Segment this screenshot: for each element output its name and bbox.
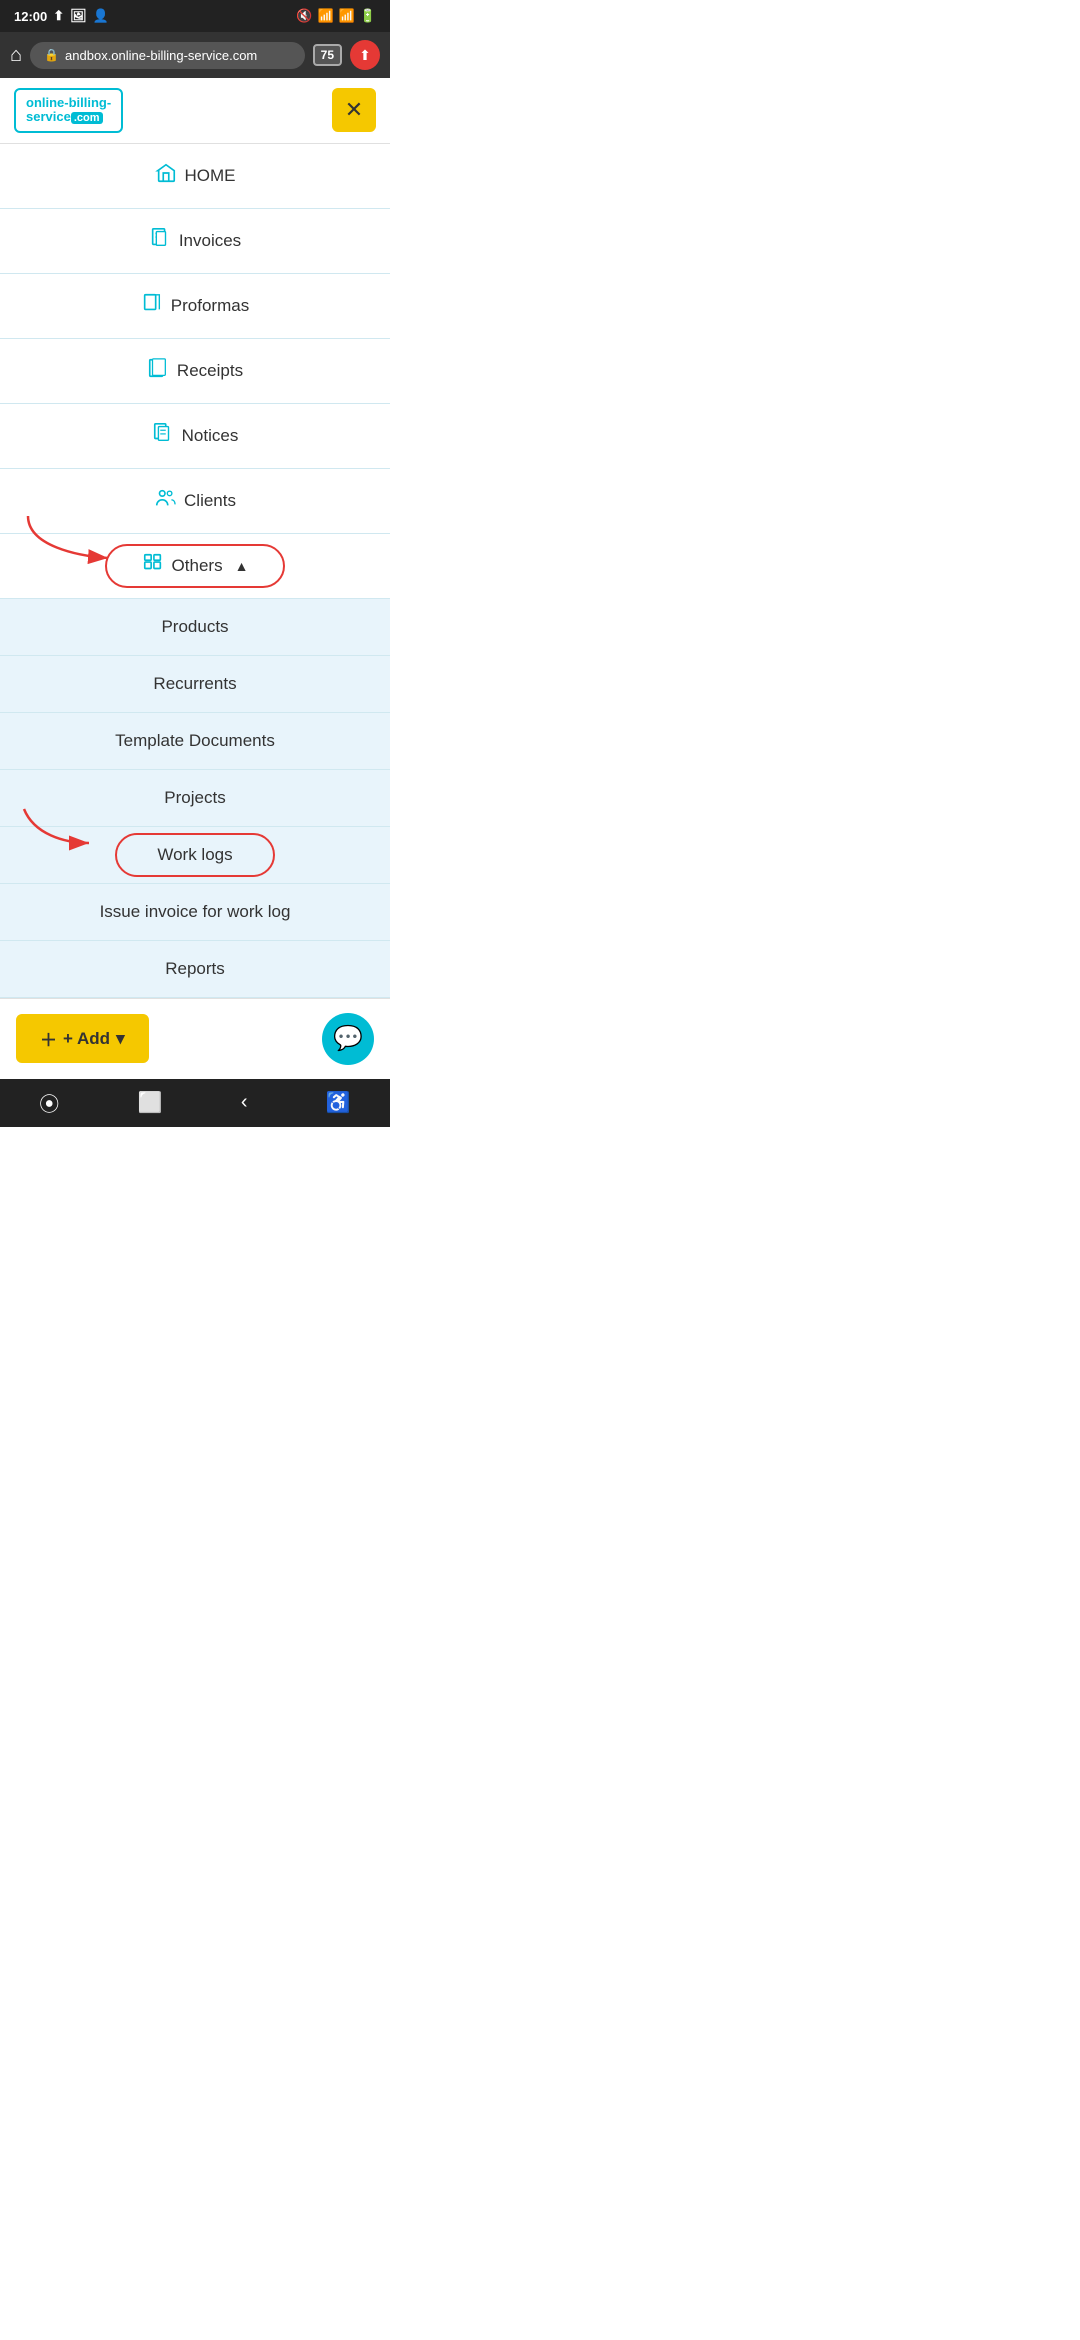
bottom-navigation: ⦿ ⬜ ‹ ♿ bbox=[0, 1079, 390, 1127]
tab-count[interactable]: 75 bbox=[313, 44, 342, 66]
projects-label: Projects bbox=[164, 788, 225, 808]
browser-upload-button[interactable]: ⬆ bbox=[350, 40, 380, 70]
image-icon: 🖼 bbox=[70, 8, 87, 24]
nav-menu: HOME Invoices Proformas Receipts Notices… bbox=[0, 144, 390, 998]
template-documents-label: Template Documents bbox=[115, 731, 275, 751]
reports-label: Reports bbox=[165, 959, 225, 979]
lock-icon: 🔒 bbox=[44, 48, 59, 62]
status-right: 🔇 📶 📶 🔋 bbox=[296, 8, 376, 24]
others-icon bbox=[142, 552, 164, 580]
home-button[interactable]: ⬜ bbox=[138, 1090, 163, 1115]
nav-item-notices[interactable]: Notices bbox=[0, 404, 390, 469]
notices-icon bbox=[152, 422, 174, 450]
products-label: Products bbox=[161, 617, 228, 637]
nav-item-others[interactable]: Others ▲ bbox=[0, 534, 390, 599]
add-label: + Add bbox=[63, 1029, 110, 1049]
time: 12:00 bbox=[14, 9, 47, 24]
recents-button[interactable]: ⦿ bbox=[39, 1088, 59, 1117]
close-menu-button[interactable]: ✕ bbox=[332, 88, 376, 132]
logo-line2: service.com bbox=[26, 110, 111, 124]
nav-others-label: Others bbox=[172, 556, 223, 576]
clients-icon bbox=[154, 487, 176, 515]
browser-bar: ⌂ 🔒 andbox.online-billing-service.com 75… bbox=[0, 32, 390, 78]
others-chevron: ▲ bbox=[235, 558, 249, 574]
logo: online-billing- service.com bbox=[14, 88, 123, 133]
submenu-item-reports[interactable]: Reports bbox=[0, 941, 390, 998]
back-button[interactable]: ‹ bbox=[241, 1091, 248, 1114]
browser-home-button[interactable]: ⌂ bbox=[10, 44, 22, 67]
url-bar[interactable]: 🔒 andbox.online-billing-service.com bbox=[30, 42, 305, 69]
add-chevron: ▾ bbox=[116, 1029, 125, 1049]
site-header: online-billing- service.com ✕ bbox=[0, 78, 390, 144]
submenu-item-template-documents[interactable]: Template Documents bbox=[0, 713, 390, 770]
nav-home-label: HOME bbox=[185, 166, 236, 186]
receipts-icon bbox=[147, 357, 169, 385]
accessibility-button[interactable]: ♿ bbox=[326, 1090, 351, 1115]
logo-line1: online-billing- bbox=[26, 96, 111, 110]
recurrents-label: Recurrents bbox=[153, 674, 236, 694]
upload-icon: ⬆ bbox=[53, 8, 64, 24]
invoices-icon bbox=[149, 227, 171, 255]
nav-item-proformas[interactable]: Proformas bbox=[0, 274, 390, 339]
submenu-item-issue-invoice[interactable]: Issue invoice for work log bbox=[0, 884, 390, 941]
issue-invoice-label: Issue invoice for work log bbox=[100, 902, 291, 922]
footer-bar: ＋ + Add ▾ 💬 bbox=[0, 998, 390, 1079]
proformas-icon bbox=[141, 292, 163, 320]
submenu-item-products[interactable]: Products bbox=[0, 599, 390, 656]
nav-notices-label: Notices bbox=[182, 426, 239, 446]
signal-icon: 📶 bbox=[339, 8, 355, 24]
user-icon: 👤 bbox=[93, 8, 109, 24]
mute-icon: 🔇 bbox=[296, 8, 312, 24]
status-bar: 12:00 ⬆ 🖼 👤 🔇 📶 📶 🔋 bbox=[0, 0, 390, 32]
home-icon bbox=[155, 162, 177, 190]
chat-button[interactable]: 💬 bbox=[322, 1013, 374, 1065]
add-button[interactable]: ＋ + Add ▾ bbox=[16, 1014, 149, 1063]
add-plus-icon: ＋ bbox=[40, 1026, 57, 1051]
nav-item-receipts[interactable]: Receipts bbox=[0, 339, 390, 404]
nav-item-clients[interactable]: Clients bbox=[0, 469, 390, 534]
nav-item-home[interactable]: HOME bbox=[0, 144, 390, 209]
url-text: andbox.online-billing-service.com bbox=[65, 48, 257, 63]
submenu-item-projects[interactable]: Projects bbox=[0, 770, 390, 827]
nav-proformas-label: Proformas bbox=[171, 296, 249, 316]
status-left: 12:00 ⬆ 🖼 👤 bbox=[14, 8, 109, 24]
work-logs-label: Work logs bbox=[157, 845, 232, 865]
nav-receipts-label: Receipts bbox=[177, 361, 243, 381]
battery-icon: 🔋 bbox=[360, 8, 376, 24]
wifi-icon: 📶 bbox=[317, 8, 333, 24]
chat-icon: 💬 bbox=[333, 1024, 363, 1053]
submenu-item-recurrents[interactable]: Recurrents bbox=[0, 656, 390, 713]
nav-invoices-label: Invoices bbox=[179, 231, 241, 251]
nav-clients-label: Clients bbox=[184, 491, 236, 511]
nav-item-invoices[interactable]: Invoices bbox=[0, 209, 390, 274]
submenu-item-work-logs[interactable]: Work logs bbox=[0, 827, 390, 884]
